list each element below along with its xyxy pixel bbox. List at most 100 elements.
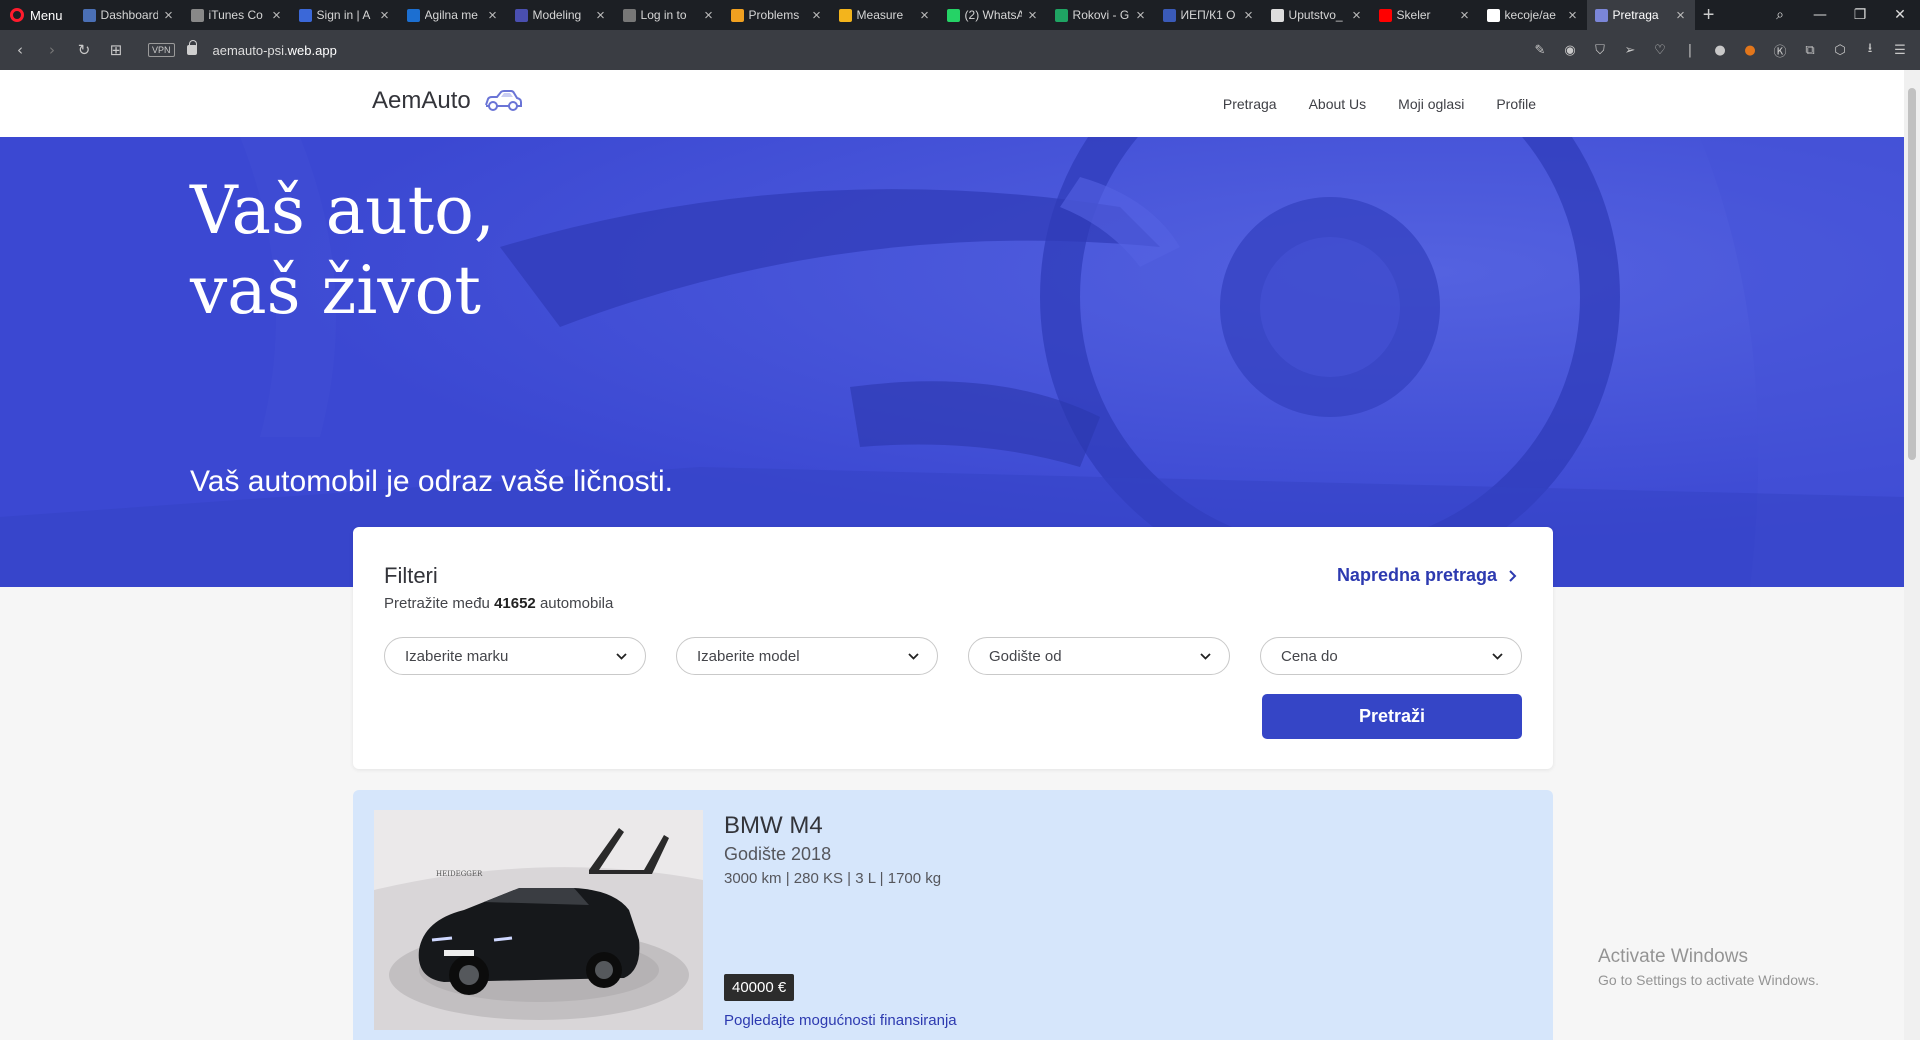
search-tabs-icon[interactable]: ⌕ [1760, 7, 1800, 23]
browser-tab[interactable]: Sign in | A × [291, 0, 399, 30]
brand-name: AemAuto [372, 87, 471, 114]
camera-icon[interactable]: ◉ [1560, 43, 1580, 58]
search-button[interactable]: Pretraži [1262, 694, 1522, 739]
site-navbar: AemAuto Pretraga About Us Moji oglasi Pr… [0, 70, 1904, 137]
tab-close-icon[interactable]: × [487, 7, 499, 24]
vpn-badge[interactable]: VPN [148, 43, 175, 57]
brand-select[interactable]: Izaberite marku [384, 637, 646, 675]
browser-tab[interactable]: (2) WhatsA × [939, 0, 1047, 30]
browser-tab[interactable]: Skeler × [1371, 0, 1479, 30]
send-icon[interactable]: ➢ [1620, 43, 1640, 58]
car-year: Godište 2018 [724, 844, 832, 864]
opera-menu-button[interactable]: Menu [0, 0, 75, 30]
tab-close-icon[interactable]: × [1135, 7, 1147, 24]
browser-tab[interactable]: iTunes Co × [183, 0, 291, 30]
tab-close-icon[interactable]: × [1567, 7, 1579, 24]
heart-icon[interactable]: ♡ [1650, 43, 1670, 58]
model-select[interactable]: Izaberite model [676, 637, 938, 675]
tab-label: Measure [856, 8, 904, 22]
tab-close-icon[interactable]: × [811, 7, 823, 24]
download-icon[interactable]: ⭳ [1860, 39, 1880, 61]
close-window-icon[interactable]: ✕ [1880, 7, 1920, 23]
browser-tab[interactable]: Agilna me × [399, 0, 507, 30]
tab-close-icon[interactable]: × [1351, 7, 1363, 24]
tab-close-icon[interactable]: × [271, 7, 283, 24]
tab-close-icon[interactable]: × [919, 7, 931, 24]
car-specs: 3000 km | 280 KS | 3 L | 1700 kg [724, 870, 942, 887]
browser-tab[interactable]: ИЕП/К1 О × [1155, 0, 1263, 30]
tab-close-icon[interactable]: × [703, 7, 715, 24]
count-suffix: automobila [539, 595, 614, 612]
tab-label: Rokovi - G [1072, 8, 1130, 22]
nav-about-us[interactable]: About Us [1309, 96, 1367, 112]
site-logo[interactable]: AemAuto [372, 87, 523, 115]
car-logo-icon [484, 90, 522, 111]
url-field[interactable]: aemauto-psi.web.app [213, 43, 337, 58]
year-from-select[interactable]: Godište od [968, 637, 1230, 675]
tab-favicon-icon [946, 8, 960, 22]
browser-tab[interactable]: Modeling × [507, 0, 615, 30]
tab-label: Skeler [1396, 8, 1431, 22]
financing-link[interactable]: Pogledajte mogućnosti finansiranja [724, 1012, 957, 1029]
price-to-select[interactable]: Cena do [1260, 637, 1522, 675]
reload-icon[interactable]: ↻ [68, 41, 100, 59]
copy-icon[interactable]: ⧉ [1800, 43, 1820, 58]
tab-close-icon[interactable]: × [1243, 7, 1255, 24]
car-title[interactable]: BMW M4 [724, 812, 823, 840]
car-photo-image: HEIDEGGER [374, 810, 703, 1030]
hero-banner: Vaš auto, vaš život Vaš automobil je odr… [0, 137, 1904, 587]
advanced-search-link[interactable]: Napredna pretraga [1337, 565, 1517, 586]
page-scrollbar[interactable] [1904, 70, 1920, 1040]
price-to-select-value: Cena do [1281, 647, 1338, 665]
tab-close-icon[interactable]: × [595, 7, 607, 24]
new-tab-button[interactable]: + [1695, 4, 1723, 27]
tab-close-icon[interactable]: × [163, 7, 175, 24]
scrollbar-thumb[interactable] [1908, 88, 1916, 460]
browser-tab[interactable]: Rokovi - G × [1047, 0, 1155, 30]
car-photo[interactable]: HEIDEGGER [374, 810, 703, 1030]
fox-extension-icon[interactable]: ● [1740, 43, 1760, 58]
edit-icon[interactable]: ✎ [1530, 43, 1550, 58]
browser-tab[interactable]: Measure × [831, 0, 939, 30]
lock-icon[interactable] [186, 40, 197, 55]
browser-tab[interactable]: Pretraga × [1586, 0, 1695, 30]
opera-logo-icon [10, 8, 24, 22]
hero-title-line2: vaš život [190, 252, 481, 329]
back-icon[interactable]: ‹ [4, 41, 36, 59]
car-listing-card[interactable]: HEIDEGGER BMW M4 Godište 2018 3000 km | … [353, 790, 1553, 1040]
tab-close-icon[interactable]: × [1459, 7, 1471, 24]
tab-close-icon[interactable]: × [1027, 7, 1039, 24]
chevron-down-icon [1200, 652, 1211, 660]
browser-tab-strip: Menu Dashboard × iTunes Co × Sign in | A × Agi… [0, 0, 1920, 30]
tab-close-icon[interactable]: × [379, 7, 391, 24]
browser-tab[interactable]: kecoje/ae × [1479, 0, 1587, 30]
extension-icon[interactable]: ● [1710, 43, 1730, 58]
address-bar: ‹ › ↻ ⊞ VPN aemauto-psi.web.app ✎ ◉ ⛉ ➢ … [0, 30, 1920, 70]
nav-profile[interactable]: Profile [1496, 96, 1536, 112]
browser-tab[interactable]: Log in to × [615, 0, 723, 30]
count-value: 41652 [494, 595, 536, 612]
tab-favicon-icon [1054, 8, 1068, 22]
tab-favicon-icon [82, 8, 96, 22]
browser-tab[interactable]: Uputstvo_ × [1263, 0, 1371, 30]
tab-favicon-icon [1594, 8, 1608, 22]
filter-title: Filteri [384, 563, 438, 588]
nav-pretraga[interactable]: Pretraga [1223, 96, 1277, 112]
tab-label: Log in to [640, 8, 687, 22]
restore-icon[interactable]: ❐ [1840, 7, 1880, 23]
nav-moji-oglasi[interactable]: Moji oglasi [1398, 96, 1464, 112]
tab-close-icon[interactable]: × [1675, 7, 1687, 24]
activate-windows-watermark: Activate Windows Go to Settings to activ… [1598, 946, 1819, 988]
easy-setup-icon[interactable]: ☰ [1890, 43, 1910, 58]
filter-panel: Filteri Pretražite među 41652 automobila… [353, 527, 1553, 769]
profile-k-icon[interactable]: Ⓚ [1770, 41, 1790, 60]
tab-label: (2) WhatsA [964, 8, 1022, 22]
tab-favicon-icon [514, 8, 528, 22]
cube-icon[interactable]: ⬡ [1830, 43, 1850, 58]
browser-tab[interactable]: Dashboard × [75, 0, 183, 30]
shield-icon[interactable]: ⛉ [1590, 43, 1610, 58]
forward-icon[interactable]: › [36, 41, 68, 59]
browser-tab[interactable]: Problems × [723, 0, 831, 30]
minimize-icon[interactable]: — [1800, 7, 1840, 23]
tiles-icon[interactable]: ⊞ [100, 41, 132, 59]
